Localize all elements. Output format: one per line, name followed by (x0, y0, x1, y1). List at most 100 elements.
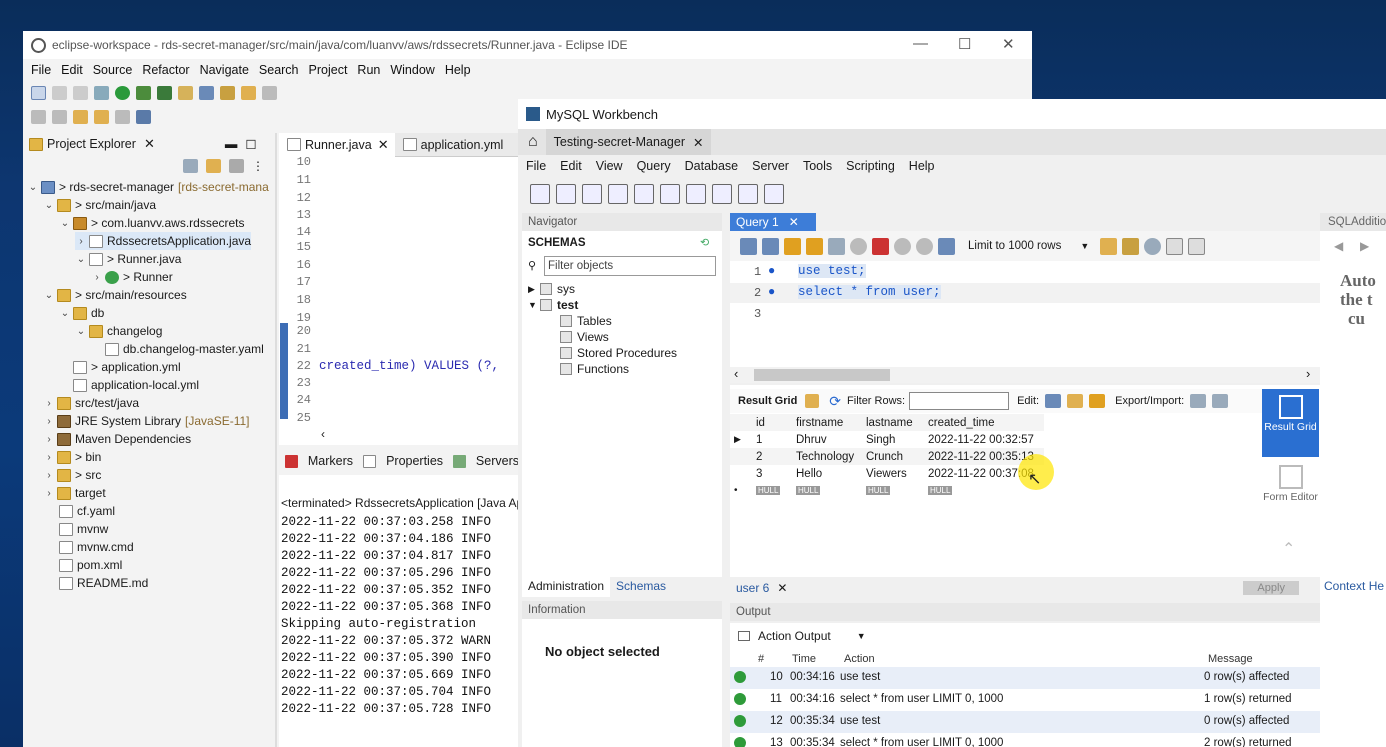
close-tab-icon[interactable]: ✕ (693, 135, 703, 150)
tree-item-src[interactable]: › > src (43, 466, 101, 484)
menu-file[interactable]: File (31, 63, 51, 77)
schema-functions[interactable]: Functions (560, 362, 629, 376)
coverage-icon[interactable] (136, 86, 151, 100)
run-icon[interactable] (115, 86, 130, 100)
tree-item-package[interactable]: ⌄ > com.luanvv.aws.rdssecrets (59, 214, 245, 232)
schema-views[interactable]: Views (560, 330, 609, 344)
execute-current-icon[interactable] (806, 237, 823, 255)
output-row[interactable]: 11 00:34:16 select * from user LIMIT 0, … (730, 689, 1386, 711)
table-cell[interactable]: Crunch (862, 448, 924, 465)
menu-tools[interactable]: Tools (803, 159, 832, 173)
tree-item-runner-class[interactable]: › > Runner (91, 268, 172, 286)
table-cell[interactable]: Dhruv (792, 431, 862, 448)
table-cell[interactable]: 2 (752, 448, 792, 465)
menu-source[interactable]: Source (93, 63, 133, 77)
tree-item-changelog[interactable]: ⌄ changelog (75, 322, 163, 340)
schema-test[interactable]: ▼ test (528, 298, 578, 312)
form-editor-side-button[interactable]: Form Editor (1262, 461, 1319, 523)
tab-markers[interactable]: Markers (308, 454, 353, 468)
tab-properties[interactable]: Properties (386, 454, 443, 468)
column-header[interactable]: firstname (792, 414, 862, 431)
menu-scripting[interactable]: Scripting (846, 159, 895, 173)
invisible-chars-icon[interactable] (1166, 237, 1184, 255)
table-cell[interactable]: Technology (792, 448, 862, 465)
last-edit-icon[interactable] (73, 110, 88, 124)
filter-objects-input[interactable]: Filter objects (544, 256, 716, 276)
delete-row-icon[interactable] (1089, 394, 1106, 408)
limit-rows-select[interactable]: Limit to 1000 rows (968, 240, 1061, 252)
menu-query[interactable]: Query (637, 159, 671, 173)
tab-runner-java[interactable]: Runner.java ✕ (279, 132, 395, 157)
inspector-icon[interactable] (582, 184, 602, 204)
apply-button[interactable]: Apply (1243, 581, 1299, 595)
query-tab[interactable]: Query 1 ✕ (730, 213, 816, 231)
search-icon[interactable] (241, 86, 256, 100)
close-view-icon[interactable]: ✕ (144, 136, 155, 152)
close-icon[interactable]: ✕ (1002, 35, 1015, 53)
table-cell[interactable]: Singh (862, 431, 924, 448)
table-row[interactable]: ▶ 1 Dhruv Singh 2022-11-22 00:32:57 (730, 431, 1044, 448)
tree-item-changelog-master[interactable]: db.changelog-master.yaml (103, 340, 264, 358)
schema-sys[interactable]: ▶ sys (528, 282, 575, 296)
minimize-icon[interactable]: — (913, 35, 928, 52)
home-icon[interactable]: ⌂ (528, 133, 538, 151)
output-row[interactable]: 12 00:35:34 use test 0 row(s) affected (730, 711, 1386, 733)
connection-tab[interactable]: Testing-secret-Manager ✕ (545, 129, 712, 155)
rollback-icon[interactable] (916, 237, 933, 255)
more-icon[interactable]: ⌃ (1282, 539, 1295, 559)
import-icon[interactable] (1212, 394, 1229, 408)
tree-item-bin[interactable]: › > bin (43, 448, 101, 466)
table-row[interactable]: 3 Hello Viewers 2022-11-22 00:37:08 (730, 465, 1044, 482)
result-grid-side-button[interactable]: Result Grid (1262, 389, 1319, 457)
create-schema-icon[interactable] (608, 184, 628, 204)
menu-file[interactable]: File (526, 159, 546, 173)
splitter[interactable] (275, 133, 277, 747)
tree-item-src-main-resources[interactable]: ⌄ > src/main/resources (43, 286, 187, 304)
pin-icon[interactable] (262, 86, 277, 100)
chevron-down-icon[interactable]: ▼ (1080, 241, 1089, 251)
project-explorer-tab[interactable]: Project Explorer ✕ ▬ ☐ (23, 133, 273, 155)
tree-item-cf-yaml[interactable]: cf.yaml (57, 502, 115, 520)
beautify-icon[interactable] (1122, 237, 1140, 255)
tree-item-runner-java[interactable]: ⌄ > Runner.java (75, 250, 182, 268)
grid-icon[interactable] (805, 394, 820, 408)
tab-application-yml[interactable]: application.yml (395, 133, 510, 157)
autocommit-icon[interactable] (938, 237, 955, 255)
create-table-icon[interactable] (634, 184, 654, 204)
scroll-left-icon[interactable]: ‹ (321, 427, 325, 441)
tab-administration[interactable]: Administration (522, 575, 611, 597)
table-cell[interactable]: 1 (752, 431, 792, 448)
tab-schemas[interactable]: Schemas (610, 579, 672, 593)
prev-annotation-icon[interactable] (52, 110, 67, 124)
tree-item-mvnw-cmd[interactable]: mvnw.cmd (57, 538, 134, 556)
tree-item-application-local[interactable]: application-local.yml (71, 376, 199, 394)
schema-procedures[interactable]: Stored Procedures (560, 346, 677, 360)
create-function-icon[interactable] (712, 184, 732, 204)
close-tab-icon[interactable]: ✕ (378, 137, 389, 153)
find-icon[interactable] (1144, 237, 1162, 255)
insert-row-icon[interactable] (1067, 394, 1084, 408)
create-view-icon[interactable] (660, 184, 680, 204)
execute-icon[interactable] (784, 237, 801, 255)
menu-edit[interactable]: Edit (61, 63, 83, 77)
create-procedure-icon[interactable] (686, 184, 706, 204)
code-editor[interactable] (279, 133, 519, 445)
new-class-icon[interactable] (199, 86, 214, 100)
filter-rows-input[interactable] (909, 392, 1010, 410)
menu-help[interactable]: Help (909, 159, 935, 173)
collapse-all-icon[interactable] (183, 159, 198, 173)
tree-item-target[interactable]: › target (43, 484, 105, 502)
new-icon[interactable] (31, 86, 46, 100)
menu-help[interactable]: Help (445, 63, 471, 77)
menu-refactor[interactable]: Refactor (142, 63, 189, 77)
table-cell[interactable]: 2022-11-22 00:32:57 (924, 431, 1044, 448)
refresh-icon[interactable]: ⟳ (829, 393, 841, 410)
tree-item-db[interactable]: ⌄ db (59, 304, 105, 322)
refresh-icon[interactable]: ⟲ (700, 236, 709, 249)
back-icon[interactable] (94, 110, 109, 124)
menu-database[interactable]: Database (685, 159, 739, 173)
external-tools-icon[interactable] (157, 86, 172, 100)
bookmark-icon[interactable] (1100, 237, 1118, 255)
save-all-icon[interactable] (73, 86, 88, 100)
nav-forward-icon[interactable]: ▶ (1360, 239, 1369, 253)
